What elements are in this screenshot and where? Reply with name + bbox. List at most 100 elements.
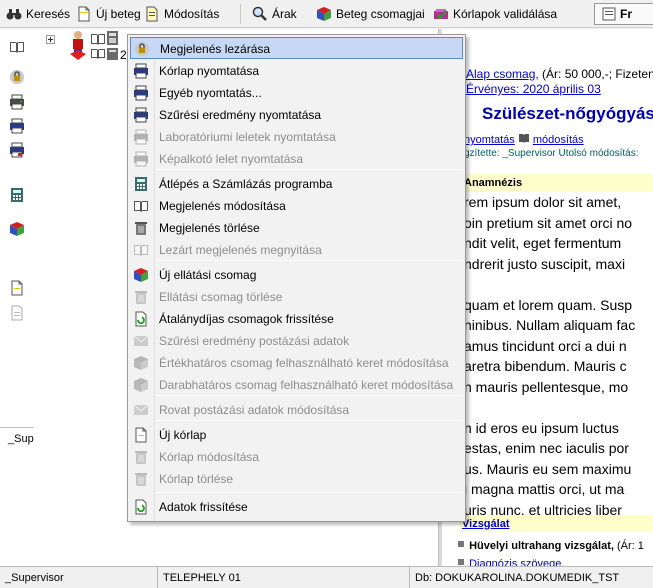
diagnosis-line: Diagnózis szövege [456, 557, 561, 566]
book-icon[interactable] [90, 31, 106, 47]
menu-item-label: Adatok frissítése [159, 500, 248, 514]
print-link[interactable]: nyomtatás [464, 134, 515, 146]
menu-item-4[interactable]: Laboratóriumi leletek nyomtatása [130, 126, 463, 148]
menu-item-3[interactable]: Szűrési eredmény nyomtatása [130, 104, 463, 126]
menu-item-0[interactable]: Megjelenés lezárása [130, 37, 463, 59]
menu-item-11[interactable]: Ellátási csomag törlése [130, 286, 463, 308]
menu-item-label: Megjelenés módosítása [159, 199, 286, 213]
menu-item-16[interactable]: Rovat postázási adatok módosítása [130, 399, 463, 421]
package-icon [133, 377, 149, 393]
menu-item-label: Értékhatáros csomag felhasználható keret… [159, 356, 449, 370]
menu-item-14[interactable]: Értékhatáros csomag felhasználható keret… [130, 352, 463, 374]
document-icon [601, 6, 617, 22]
anamnesis-text-line: ndit velit, eget fermentum [464, 235, 622, 251]
binoculars-icon [6, 6, 22, 22]
patient-figure-icon [68, 30, 88, 62]
menu-item-label: Laboratóriumi leletek nyomtatása [159, 130, 336, 144]
status-db: Db: DOKUKAROLINA.DOKUMEDIK_TST [415, 572, 620, 584]
patient-packages-label: Beteg csomagjai [336, 7, 425, 21]
menu-item-7[interactable]: Megjelenés módosítása [130, 195, 463, 217]
print-modify-links: nyomtatás módosítás [464, 133, 584, 146]
right-toolbar-button[interactable]: Fr [594, 3, 653, 25]
anamnesis-header: Anamnézis [464, 177, 523, 189]
bullet-icon [456, 539, 466, 549]
calculator-icon[interactable] [106, 30, 120, 46]
menu-item-label: Kórlap nyomtatása [159, 64, 260, 78]
exam-header[interactable]: Vizsgálat [462, 518, 510, 530]
menu-separator [156, 420, 462, 421]
bullet-icon [456, 557, 466, 566]
patient-packages-button[interactable]: Beteg csomagjai [316, 4, 425, 24]
menu-item-6[interactable]: Átlépés a Számlázás programba [130, 173, 463, 195]
diagnosis-header[interactable]: Diagnózis szövege [469, 558, 561, 566]
menu-item-label: Átlépés a Számlázás programba [159, 177, 333, 191]
document-icon[interactable] [9, 305, 25, 321]
search-button[interactable]: Keresés [6, 4, 70, 24]
menu-separator [156, 260, 462, 261]
menu-item-5[interactable]: Képalkotó lelet nyomtatása [130, 148, 463, 170]
menu-item-label: Ellátási csomag törlése [159, 290, 283, 304]
lock-icon[interactable] [9, 69, 25, 85]
validate-records-button[interactable]: Kórlapok validálása [433, 4, 557, 24]
edit-document-icon [144, 6, 160, 22]
printer-icon [133, 63, 149, 79]
calculator-icon[interactable] [9, 187, 25, 203]
new-patient-button[interactable]: Új beteg [76, 4, 141, 24]
menu-item-13[interactable]: Szűrési eredmény postázási adatok [130, 330, 463, 352]
menu-item-18[interactable]: Kórlap módosítása [130, 446, 463, 468]
modify-label: Módosítás [164, 7, 220, 21]
book-icon[interactable] [90, 47, 106, 61]
menu-item-12[interactable]: Átalánydíjas csomagok frissítése [130, 308, 463, 330]
left-icon-column: _Supervisor [0, 29, 130, 566]
anamnesis-text-line: aretra bibendum. Mauris c [464, 358, 627, 374]
menu-item-19[interactable]: Kórlap törlése [130, 468, 463, 490]
printer-icon[interactable] [9, 118, 25, 134]
printer-icon[interactable] [9, 94, 25, 110]
menu-item-label: Kórlap törlése [159, 472, 234, 486]
modify-button[interactable]: Módosítás [144, 4, 219, 24]
validate-icon [433, 6, 449, 22]
book-icon[interactable] [9, 39, 25, 55]
package-icon[interactable] [9, 221, 25, 237]
book-icon [133, 242, 149, 258]
package-link[interactable]: Alap csomag, [466, 67, 539, 81]
anamnesis-text-line: ninibus. Nullam aliquam fac [464, 317, 636, 333]
new-document-icon[interactable] [9, 280, 25, 296]
menu-item-1[interactable]: Kórlap nyomtatása [130, 60, 463, 82]
mail-icon [133, 402, 149, 418]
anamnesis-text-line: amus tincidunt orci a dui n [464, 337, 627, 354]
new-patient-label: Új beteg [96, 7, 141, 21]
recorded-by: gzítette: _Supervisor Utolsó módosítás: [464, 148, 639, 159]
menu-item-15[interactable]: Darabhatáros csomag felhasználható keret… [130, 374, 463, 396]
status-bar: _Supervisor TELEPHELY 01 Db: DOKUKAROLIN… [0, 566, 653, 588]
printer-icon[interactable] [9, 142, 25, 158]
menu-item-label: Képalkotó lelet nyomtatása [159, 152, 304, 166]
printer-icon [133, 129, 149, 145]
package-icon [316, 6, 332, 22]
right-toolbar-label: Fr [620, 7, 632, 21]
exam-item: Hüvelyi ultrahang vizsgálat, [469, 540, 614, 552]
anamnesis-text-line: ndrerit justo suscipit, maxi [464, 255, 626, 272]
menu-item-10[interactable]: Új ellátási csomag [130, 264, 463, 286]
lock-icon [134, 41, 150, 57]
tree-expand-icon[interactable] [46, 35, 55, 44]
menu-item-2[interactable]: Egyéb nyomtatás... [130, 82, 463, 104]
menu-item-label: Új ellátási csomag [159, 268, 257, 282]
trash-icon [133, 471, 149, 487]
menu-item-8[interactable]: Megjelenés törlése [130, 217, 463, 239]
menu-item-9[interactable]: Lezárt megjelenés megnyitása [130, 239, 463, 261]
prices-button[interactable]: Árak [252, 4, 297, 24]
modify-link[interactable]: módosítás [533, 134, 584, 146]
anamnesis-text-line: i magna mattis orci, ut ma [464, 481, 625, 497]
menu-item-label: Megjelenés lezárása [160, 42, 271, 56]
calculator-icon[interactable] [106, 47, 120, 61]
menu-item-20[interactable]: Adatok frissítése [130, 496, 463, 518]
anamnesis-text-line: us. Mauris eu sem maximu [464, 460, 632, 477]
trash-icon [133, 220, 149, 236]
anamnesis-text-line: n id eros eu ipsum luctus [464, 419, 619, 436]
package-icon [133, 267, 149, 283]
menu-item-17[interactable]: Új kórlap [130, 424, 463, 446]
department-title: Szülészet-nőgyógyász [482, 104, 653, 123]
printer-icon [133, 85, 149, 101]
package-line: Alap csomag, (Ár: 50 000,-; Fizetend [466, 67, 653, 81]
